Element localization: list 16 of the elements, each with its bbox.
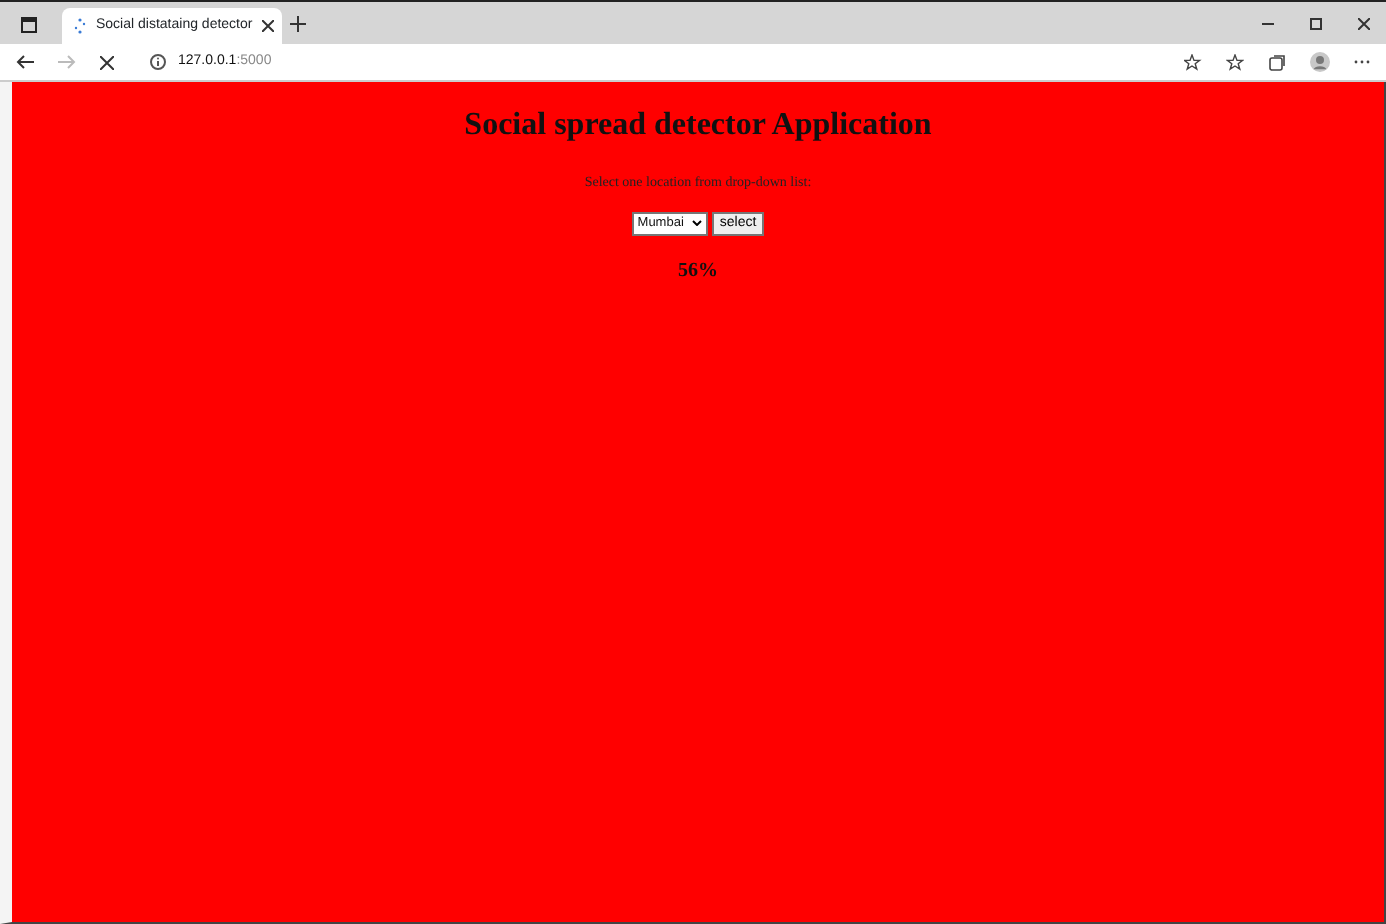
page-heading: Social spread detector Application: [462, 106, 934, 145]
favorites-icon[interactable]: [1226, 53, 1244, 71]
result-percentage: 56%: [676, 257, 720, 286]
profile-icon[interactable]: [1310, 52, 1330, 72]
back-icon[interactable]: [16, 54, 34, 70]
maximize-icon[interactable]: [1310, 18, 1322, 30]
minimize-icon[interactable]: [1262, 18, 1274, 30]
collections-icon[interactable]: [1268, 53, 1286, 71]
new-tab-icon[interactable]: [290, 16, 306, 32]
stop-icon[interactable]: [100, 55, 114, 69]
info-icon[interactable]: [150, 54, 166, 70]
add-favorite-icon[interactable]: [1184, 53, 1202, 71]
tab-actions-icon[interactable]: [20, 16, 38, 34]
close-icon[interactable]: [1358, 18, 1370, 30]
chevron-down-icon: [691, 220, 702, 227]
close-icon[interactable]: [262, 20, 275, 32]
